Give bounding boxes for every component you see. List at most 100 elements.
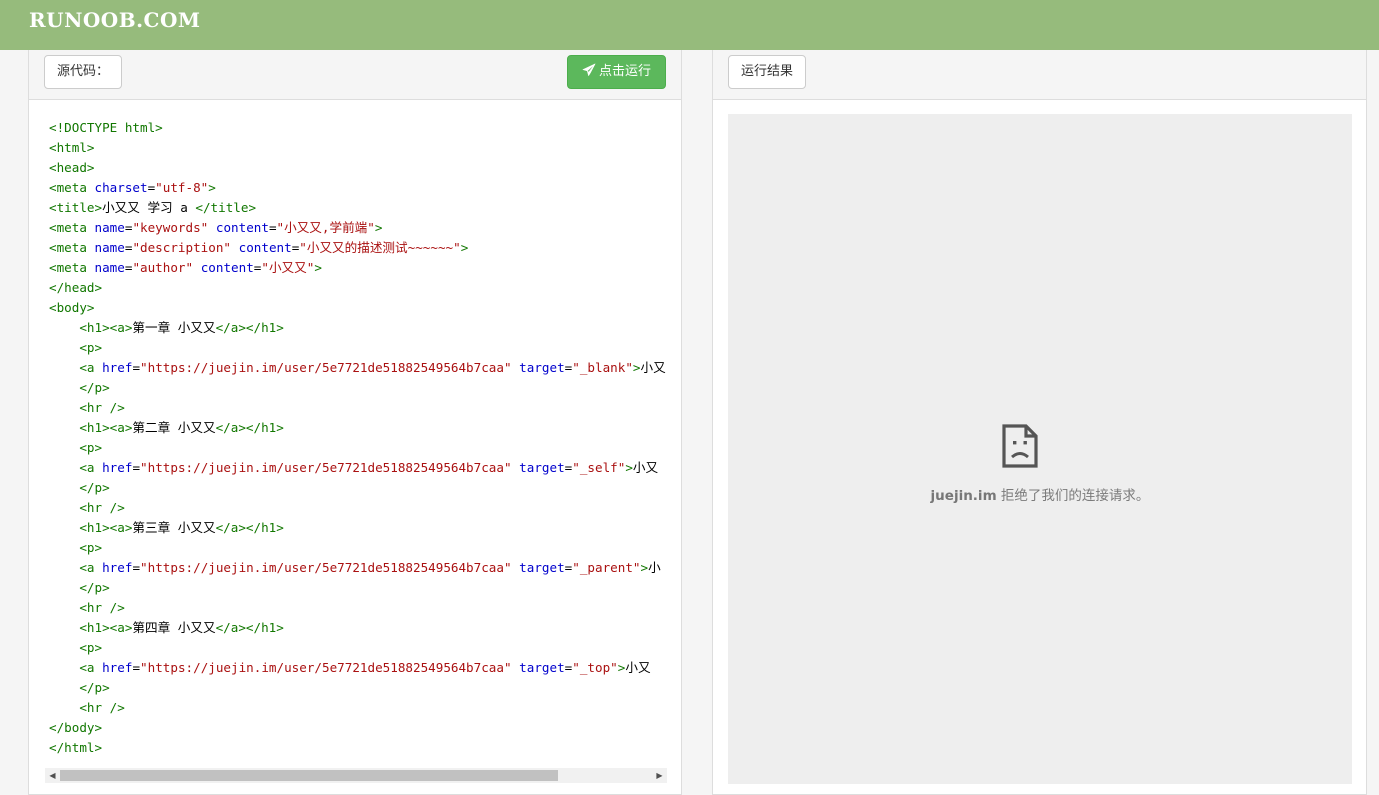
code-token: </title> bbox=[195, 200, 257, 215]
code-token: <a bbox=[79, 360, 103, 375]
code-token: </a></h1> bbox=[215, 520, 284, 535]
code-token: <body> bbox=[49, 300, 95, 315]
code-token: </head> bbox=[49, 280, 103, 295]
code-token: > bbox=[208, 180, 216, 195]
horizontal-scrollbar[interactable]: ◀ ▶ bbox=[45, 768, 667, 783]
code-token: name bbox=[94, 260, 125, 275]
code-token: "小又又" bbox=[261, 260, 315, 275]
code-token: charset bbox=[94, 180, 148, 195]
code-token: content bbox=[215, 220, 269, 235]
scroll-right-arrow-icon[interactable]: ▶ bbox=[652, 768, 667, 783]
code-token: > bbox=[640, 560, 649, 575]
code-token: <!DOCTYPE html> bbox=[49, 120, 163, 135]
code-token: href bbox=[102, 360, 133, 375]
source-panel-header: 源代码： 点击运行 bbox=[29, 50, 681, 100]
code-token: > bbox=[314, 260, 322, 275]
code-token: "author" bbox=[132, 260, 194, 275]
code-token: 第三章 小又又 bbox=[132, 520, 216, 535]
code-token: <head> bbox=[49, 160, 95, 175]
code-token: <h1><a> bbox=[79, 620, 133, 635]
code-token: target bbox=[519, 460, 565, 475]
code-token: <meta bbox=[49, 260, 95, 275]
code-token: content bbox=[238, 240, 292, 255]
code-token: <h1><a> bbox=[79, 520, 133, 535]
code-token: </p> bbox=[79, 580, 110, 595]
code-token: <a bbox=[79, 460, 103, 475]
code-token: 小又又 学习 a bbox=[102, 200, 196, 215]
code-token: 小又 bbox=[632, 460, 659, 475]
error-host: juejin.im bbox=[930, 488, 997, 504]
code-line: </html> bbox=[49, 738, 669, 758]
code-line: <meta name="description" content="小又又的描述… bbox=[49, 238, 669, 258]
run-button-label: 点击运行 bbox=[598, 64, 651, 79]
code-token: > bbox=[460, 240, 469, 255]
scrollbar-thumb[interactable] bbox=[60, 770, 558, 781]
code-token: </p> bbox=[79, 680, 110, 695]
source-code-button[interactable]: 源代码： bbox=[44, 55, 123, 89]
code-token: "小又又,学前端" bbox=[276, 220, 375, 235]
code-token: href bbox=[102, 460, 133, 475]
code-token: <html> bbox=[49, 140, 95, 155]
code-token: 第四章 小又又 bbox=[132, 620, 216, 635]
code-editor[interactable]: <!DOCTYPE html> <html> <head> <meta charset… bbox=[49, 118, 669, 768]
code-token: </a></h1> bbox=[215, 420, 284, 435]
code-token: "小又又的描述测试~~~~~~" bbox=[299, 240, 461, 255]
code-line: <hr /> bbox=[49, 698, 669, 718]
code-line: </head> bbox=[49, 278, 669, 298]
code-token: <hr /> bbox=[79, 500, 125, 515]
code-token: > bbox=[632, 360, 641, 375]
error-message: juejin.im 拒绝了我们的连接请求。 bbox=[728, 484, 1352, 504]
code-line: <p> bbox=[49, 538, 669, 558]
site-logo[interactable]: RUNOOB.COM bbox=[29, 8, 201, 32]
code-token: <hr /> bbox=[79, 600, 125, 615]
code-line: <p> bbox=[49, 338, 669, 358]
code-line: <h1><a>第一章 小又又</a></h1> bbox=[49, 318, 669, 338]
result-button[interactable]: 运行结果 bbox=[728, 55, 807, 89]
sad-page-icon bbox=[1002, 424, 1038, 468]
code-token: "_blank" bbox=[572, 360, 633, 375]
code-line: </body> bbox=[49, 718, 669, 738]
code-token: 小又 bbox=[640, 360, 666, 375]
code-token: target bbox=[519, 660, 565, 675]
code-token: 小 bbox=[648, 560, 661, 575]
code-token: </a></h1> bbox=[215, 620, 284, 635]
code-line: <html> bbox=[49, 138, 669, 158]
code-line: <hr /> bbox=[49, 398, 669, 418]
scroll-left-arrow-icon[interactable]: ◀ bbox=[45, 768, 60, 783]
error-text: 拒绝了我们的连接请求。 bbox=[996, 488, 1150, 504]
code-token: "https://juejin.im/user/5e7721de51882549… bbox=[140, 660, 512, 675]
code-line: <a href="https://juejin.im/user/5e7721de… bbox=[49, 658, 669, 678]
code-token: name bbox=[94, 220, 125, 235]
code-token: "_top" bbox=[572, 660, 618, 675]
code-token: <p> bbox=[79, 440, 103, 455]
code-line: <p> bbox=[49, 638, 669, 658]
code-line: <a href="https://juejin.im/user/5e7721de… bbox=[49, 358, 669, 378]
code-line: <h1><a>第二章 小又又</a></h1> bbox=[49, 418, 669, 438]
result-panel: 运行结果 juejin.im 拒绝了我们的连接请求。 bbox=[712, 50, 1367, 795]
code-token: name bbox=[94, 240, 125, 255]
code-token: <hr /> bbox=[79, 700, 125, 715]
code-token: "https://juejin.im/user/5e7721de51882549… bbox=[140, 360, 512, 375]
code-token: > bbox=[625, 460, 633, 475]
run-button[interactable]: 点击运行 bbox=[567, 55, 666, 89]
code-line: <hr /> bbox=[49, 498, 669, 518]
code-token: target bbox=[519, 560, 565, 575]
code-token: </p> bbox=[79, 480, 110, 495]
code-token: "https://juejin.im/user/5e7721de51882549… bbox=[140, 460, 512, 475]
code-token: target bbox=[519, 360, 565, 375]
code-token: <h1><a> bbox=[79, 420, 133, 435]
